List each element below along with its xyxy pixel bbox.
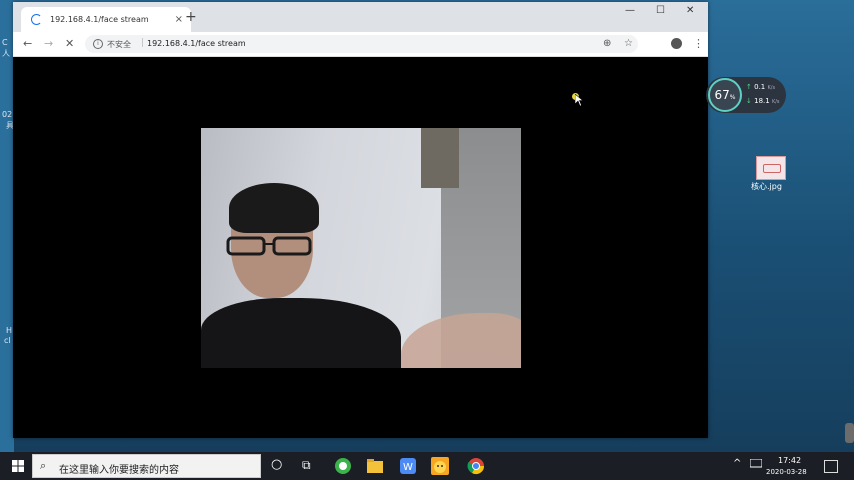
bookmark-star-icon[interactable]: ☆	[624, 38, 633, 49]
minimize-button[interactable]: —	[625, 5, 635, 16]
forward-button[interactable]: →	[44, 37, 53, 50]
clock-date[interactable]: 2020-03-28	[766, 468, 807, 476]
loading-spinner-icon	[31, 14, 42, 25]
side-scroll-tab[interactable]	[845, 423, 854, 443]
face-stream-video	[201, 128, 521, 368]
network-monitor-widget[interactable]: 67% ↑ 0.1 K/s ↓ 18.1 K/s	[706, 77, 786, 113]
security-indicator[interactable]: 不安全	[107, 39, 131, 50]
browser-toolbar: ← → ✕ i 不安全 | 192.168.4.1/face stream ⊕ …	[13, 32, 708, 57]
upload-speed: ↑ 0.1 K/s	[746, 83, 775, 91]
tray-expand-caret[interactable]: ^	[733, 458, 741, 469]
tab-title: 192.168.4.1/face stream	[50, 15, 149, 24]
usage-gauge: 67%	[708, 78, 742, 112]
desktop-left-strip	[0, 0, 14, 452]
download-value: 18.1	[754, 97, 770, 105]
person-hair	[229, 183, 319, 233]
cortana-icon[interactable]: ○	[271, 457, 282, 472]
browser-window: 192.168.4.1/face stream × + — ☐ ✕ ← → ✕ …	[13, 2, 708, 438]
glasses-shape	[226, 236, 312, 256]
close-window-button[interactable]: ✕	[686, 5, 694, 16]
upload-arrow-icon: ↑	[746, 83, 752, 91]
upload-unit: K/s	[767, 85, 776, 91]
back-button[interactable]: ←	[23, 37, 32, 50]
desktop-icon-label[interactable]: 人	[2, 48, 10, 59]
maximize-button[interactable]: ☐	[656, 5, 665, 16]
tab-close-icon[interactable]: ×	[175, 14, 183, 25]
desktop-icon-label[interactable]: H	[6, 326, 12, 335]
desktop-icon-label[interactable]: 02	[2, 110, 12, 119]
address-bar[interactable]: i 不安全 | 192.168.4.1/face stream ⊕ ☆	[85, 35, 638, 53]
new-tab-button[interactable]: +	[185, 9, 197, 25]
download-speed: ↓ 18.1 K/s	[746, 97, 780, 105]
usage-percent: 67	[714, 88, 730, 102]
download-unit: K/s	[771, 99, 780, 105]
chrome-icon[interactable]	[467, 457, 485, 475]
windows-start-icon[interactable]	[12, 460, 24, 472]
taskbar: ⌕ 在这里输入你要搜索的内容 ○ ⧉ W ^ 17:42 2020-03-28	[0, 452, 854, 480]
url-text[interactable]: 192.168.4.1/face stream	[147, 39, 246, 48]
wps-writer-icon[interactable]: W	[399, 457, 417, 475]
image-file-icon[interactable]	[756, 156, 786, 180]
notification-center-icon[interactable]	[824, 460, 838, 473]
info-icon[interactable]: i	[93, 39, 103, 49]
browser-tab[interactable]: 192.168.4.1/face stream ×	[21, 7, 191, 32]
desktop-icon-label[interactable]: cl	[4, 336, 11, 345]
stop-loading-button[interactable]: ✕	[65, 37, 74, 50]
svg-text:W: W	[403, 462, 413, 473]
profile-avatar-icon[interactable]	[671, 38, 682, 49]
menu-icon[interactable]: ⋮	[693, 37, 704, 50]
app-face-icon[interactable]	[431, 457, 449, 475]
search-placeholder: 在这里输入你要搜索的内容	[59, 465, 179, 476]
background-door	[421, 128, 459, 188]
raised-hand	[401, 313, 521, 368]
zoom-icon[interactable]: ⊕	[603, 38, 611, 49]
download-arrow-icon: ↓	[746, 97, 752, 105]
usage-percent-unit: %	[729, 94, 736, 101]
file-explorer-icon[interactable]	[366, 457, 384, 475]
mouse-pointer-icon	[575, 94, 583, 106]
desktop-icon-label[interactable]: C	[2, 38, 8, 47]
page-content	[13, 57, 708, 438]
network-icon[interactable]	[750, 459, 762, 469]
upload-value: 0.1	[754, 83, 766, 91]
task-view-icon[interactable]: ⧉	[302, 458, 311, 473]
search-icon: ⌕	[40, 459, 47, 472]
tab-strip: 192.168.4.1/face stream × + — ☐ ✕	[13, 2, 708, 32]
clock-time[interactable]: 17:42	[778, 456, 801, 465]
360-browser-icon[interactable]	[334, 457, 352, 475]
taskbar-search-box[interactable]: ⌕ 在这里输入你要搜索的内容	[32, 454, 261, 478]
address-separator: |	[141, 38, 145, 48]
person-body	[201, 298, 401, 368]
desktop-file-label[interactable]: 核心.jpg	[751, 181, 782, 192]
